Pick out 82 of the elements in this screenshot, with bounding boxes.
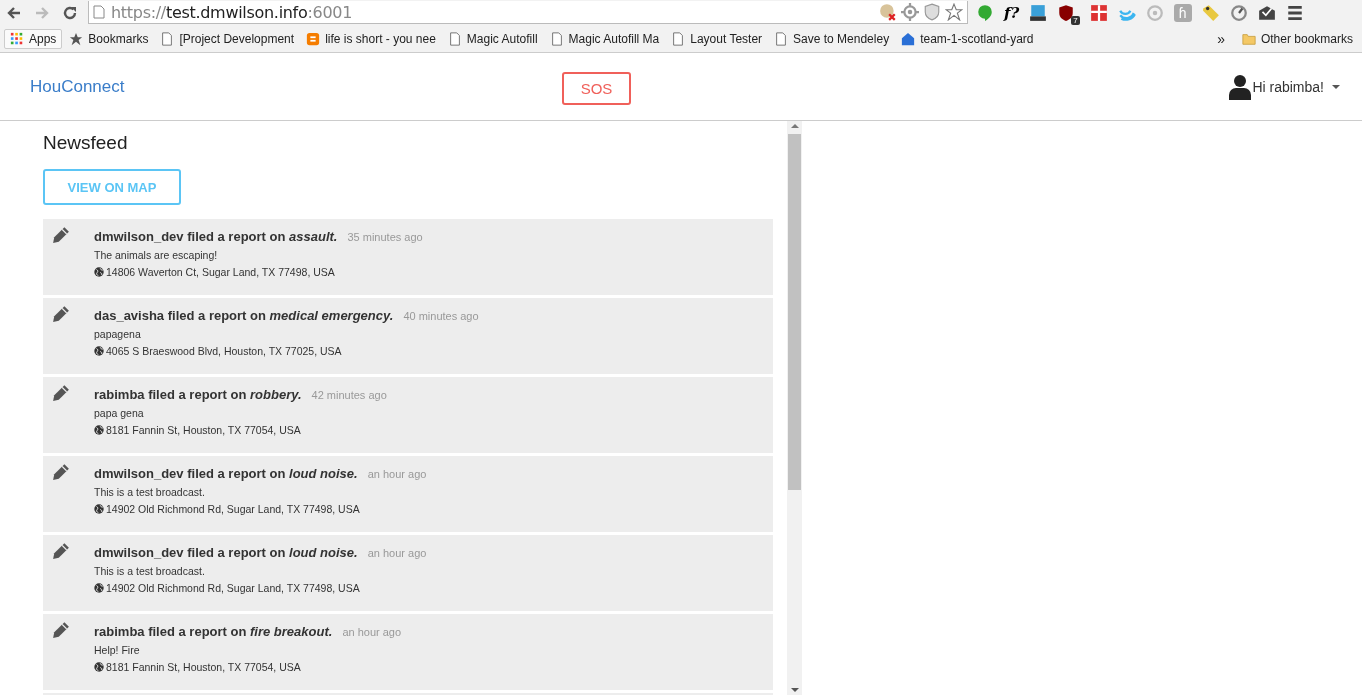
globe-icon	[94, 425, 104, 435]
pencil-icon	[52, 621, 70, 639]
folder-icon	[1241, 31, 1256, 46]
pencil-icon	[52, 384, 70, 402]
report-description: Help! Fire	[94, 644, 141, 656]
keyboard-icon[interactable]	[1029, 3, 1048, 22]
count-badge: 7	[1071, 15, 1080, 25]
star-icon	[69, 31, 84, 46]
bookmark[interactable]: Layout Tester	[666, 28, 768, 49]
site-icon	[306, 31, 321, 46]
overflow-chevron[interactable]: »	[1213, 30, 1229, 47]
report-headline: dmwilson_dev filed a report on loud noise.	[94, 545, 358, 560]
report-description: papagena	[94, 328, 142, 340]
timestamp: 40 minutes ago	[403, 310, 479, 322]
report-headline: rabimba filed a report on fire breakout.	[94, 624, 333, 639]
reload-icon[interactable]	[62, 4, 78, 21]
timestamp: an hour ago	[367, 547, 427, 559]
bookmark[interactable]: Magic Autofill Ma	[544, 28, 665, 49]
page-icon	[93, 5, 105, 19]
menu-icon[interactable]	[1285, 3, 1304, 22]
brand-link[interactable]: HouConnect	[30, 76, 125, 97]
section-title: Newsfeed	[43, 132, 129, 154]
timestamp: an hour ago	[367, 468, 427, 480]
scrollbar[interactable]	[787, 121, 802, 695]
report-description: This is a test broadcast.	[94, 565, 206, 577]
bookmark[interactable]: Apps	[4, 28, 63, 49]
report-headline: rabimba filed a report on robbery.	[94, 387, 302, 402]
target-icon[interactable]	[901, 3, 919, 21]
user-icon	[1228, 73, 1253, 100]
bookmark[interactable]: Magic Autofill	[442, 28, 543, 49]
pencil-icon	[52, 226, 70, 244]
globe-icon	[94, 662, 104, 672]
pencil-icon	[52, 542, 70, 560]
gauge-icon[interactable]	[1229, 3, 1248, 22]
bookmark[interactable]: [Project Development	[155, 28, 300, 49]
report-headline: das_avisha filed a report on medical emergency.	[94, 308, 394, 323]
gift-icon[interactable]	[1089, 3, 1108, 22]
bookmark[interactable]: team-1-scotland-yard	[896, 28, 1039, 49]
scroll-down-icon[interactable]	[790, 688, 799, 692]
user-menu[interactable]: Hi rabimba!	[1228, 73, 1340, 100]
report-headline: dmwilson_dev filed a report on loud noise.	[94, 466, 358, 481]
report-description: papa gena	[94, 407, 145, 419]
back-icon[interactable]	[6, 4, 22, 21]
timestamp: an hour ago	[342, 626, 402, 638]
url-text: https://test.dmwilson.info:6001	[111, 2, 353, 22]
globe-icon	[94, 504, 104, 514]
globe-icon	[94, 583, 104, 593]
apps-grid-icon	[10, 31, 24, 46]
cookie-icon[interactable]	[879, 3, 897, 21]
page-icon	[774, 31, 789, 46]
bookmark[interactable]: Save to Mendeley	[769, 28, 895, 49]
bookmark[interactable]: life is short - you nee	[301, 28, 441, 49]
caret-icon	[1332, 84, 1340, 89]
pencil-icon	[52, 305, 70, 323]
page-icon	[549, 31, 564, 46]
address-text: 4065 S Braeswood Blvd, Houston, TX 77025, USA	[106, 345, 342, 357]
tag-icon[interactable]	[1201, 3, 1220, 22]
address-bar[interactable]: https://test.dmwilson.info:6001	[88, 1, 968, 24]
font-icon[interactable]: f?	[1004, 3, 1020, 22]
page-icon	[447, 31, 462, 46]
star-icon[interactable]	[945, 3, 963, 21]
timestamp: 35 minutes ago	[347, 231, 423, 243]
page-icon	[160, 31, 175, 46]
speech-bubble-icon[interactable]	[976, 3, 994, 22]
bookmark[interactable]: Bookmarks	[64, 28, 154, 49]
address-text: 14902 Old Richmond Rd, Sugar Land, TX 77498, USA	[106, 582, 360, 594]
address-text: 14806 Waverton Ct, Sugar Land, TX 77498, USA	[106, 266, 335, 278]
address-text: 14902 Old Richmond Rd, Sugar Land, TX 77498, USA	[106, 503, 360, 515]
house-icon	[901, 31, 916, 46]
globe-icon	[94, 346, 104, 356]
report-description: The animals are escaping!	[94, 249, 219, 261]
scroll-up-icon[interactable]	[790, 124, 799, 128]
report-description: This is a test broadcast.	[94, 486, 206, 498]
address-text: 8181 Fannin St, Houston, TX 77054, USA	[106, 424, 301, 436]
pencil-icon	[52, 463, 70, 481]
page-icon	[671, 31, 686, 46]
address-text: 8181 Fannin St, Houston, TX 77054, USA	[106, 661, 301, 673]
timestamp: 42 minutes ago	[311, 389, 387, 401]
globe-icon	[94, 267, 104, 277]
shield-icon[interactable]	[1057, 3, 1076, 22]
report-headline: dmwilson_dev filed a report on assault.	[94, 229, 338, 244]
bookmark-folder[interactable]: Other bookmarks	[1236, 29, 1358, 48]
